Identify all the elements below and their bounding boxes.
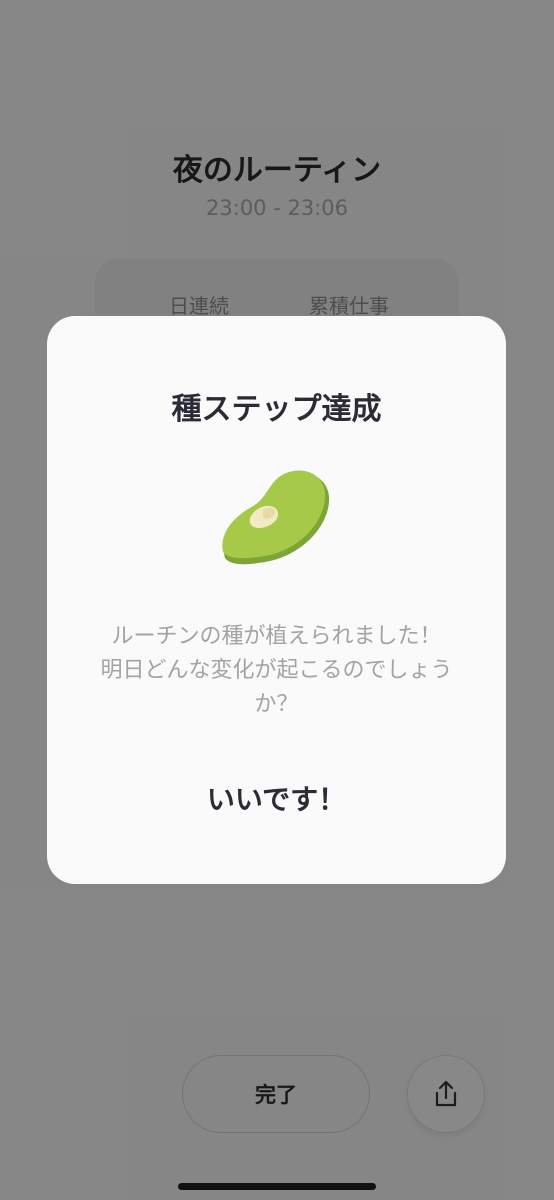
- modal-message: ルーチンの種が植えられました！ 明日どんな変化が起こるのでしょう か？: [77, 620, 476, 722]
- modal-message-line: ルーチンの種が植えられました！: [111, 624, 442, 649]
- modal-message-line: か？: [254, 692, 299, 717]
- screen: 夜のルーティン 23:00 - 23:06 日連続 累積仕事 完了 種ステップ達…: [0, 0, 554, 1200]
- confirm-button[interactable]: いいです！: [167, 774, 386, 822]
- seed-icon: [222, 470, 330, 565]
- modal-message-line: 明日どんな変化が起こるのでしょう: [100, 658, 453, 683]
- achievement-modal: 種ステップ達成 ルーチンの種が植えられました！ 明日どんな変化が起こるのでしょう…: [47, 316, 506, 884]
- home-indicator[interactable]: [178, 1183, 376, 1190]
- modal-title: 種ステップ達成: [171, 392, 382, 427]
